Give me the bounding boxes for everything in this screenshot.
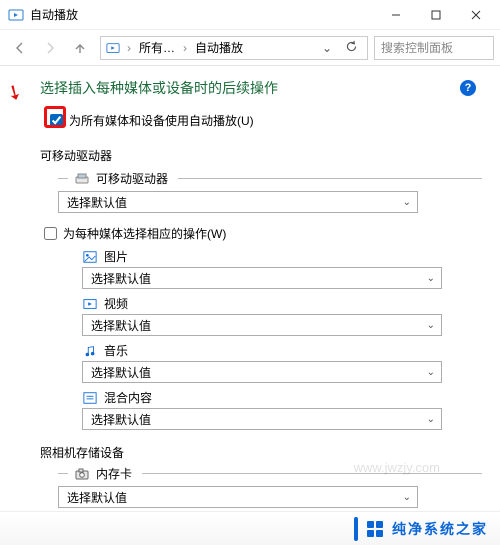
media-item-videos: 视频 [82,295,482,312]
chevron-down-icon: ⌄ [427,367,435,378]
chevron-down-icon: ⌄ [403,197,411,208]
chevron-down-icon: ⌄ [427,414,435,425]
autoplay-icon [8,7,24,23]
navigation-bar: › 所有… › 自动播放 ⌄ 搜索控制面板 [0,30,500,66]
select-value: 选择默认值 [91,270,151,287]
media-label: 视频 [104,295,128,312]
media-item-pictures: 图片 [82,248,482,265]
breadcrumb-root[interactable]: 所有… [137,39,177,56]
watermark-url: www.jwzjy.com [354,460,440,475]
annotation-arrow-icon: ➘ [1,77,28,107]
chevron-down-icon: ⌄ [427,320,435,331]
address-dropdown-button[interactable]: ⌄ [319,41,335,55]
select-value: 选择默认值 [67,489,127,506]
watermark-accent [354,517,358,541]
watermark-text: 纯净系统之家 [392,519,488,539]
videos-select[interactable]: 选择默认值 ⌄ [82,314,442,336]
window-title: 自动播放 [30,6,376,23]
video-icon [82,296,98,312]
camera-icon [74,466,90,482]
chevron-down-icon: ⌄ [403,492,411,503]
music-select[interactable]: 选择默认值 ⌄ [82,361,442,383]
section-title-camera: 照相机存储设备 [40,444,482,461]
memory-card-select[interactable]: 选择默认值 ⌄ [58,486,418,508]
chevron-right-icon: › [125,41,133,55]
select-value: 选择默认值 [91,317,151,334]
windows-logo-icon [366,520,384,538]
window-close-button[interactable] [456,1,496,29]
nav-forward-button[interactable] [36,34,64,62]
use-autoplay-all-label: 为所有媒体和设备使用自动播放(U) [69,112,254,129]
search-input[interactable]: 搜索控制面板 [374,36,494,60]
group-removable-label: 可移动驱动器 [96,170,168,187]
group-memory-card-label: 内存卡 [96,465,132,482]
pictures-select[interactable]: 选择默认值 ⌄ [82,267,442,289]
media-label: 图片 [104,248,128,265]
per-media-checkbox[interactable] [44,227,57,240]
drive-icon [74,171,90,187]
media-item-mixed: 混合内容 [82,389,482,406]
refresh-button[interactable] [339,40,363,56]
page-heading: 选择插入每种媒体或设备时的后续操作 [40,78,460,98]
media-item-music: 音乐 [82,342,482,359]
window-titlebar: 自动播放 [0,0,500,30]
window-maximize-button[interactable] [416,1,456,29]
music-icon [82,343,98,359]
select-value: 选择默认值 [67,194,127,211]
image-icon [82,249,98,265]
search-placeholder: 搜索控制面板 [381,39,453,56]
media-label: 混合内容 [104,389,152,406]
content-area: ➘ 选择插入每种媒体或设备时的后续操作 ? 为所有媒体和设备使用自动播放(U) … [0,66,500,511]
mixed-icon [82,390,98,406]
nav-back-button[interactable] [6,34,34,62]
group-removable-drive: 可移动驱动器 [58,170,482,187]
watermark-bar: 纯净系统之家 [0,511,500,545]
window-minimize-button[interactable] [376,1,416,29]
nav-up-button[interactable] [66,34,94,62]
help-icon[interactable]: ? [460,80,476,96]
use-autoplay-all-checkbox[interactable] [50,114,63,127]
section-title-removable: 可移动驱动器 [40,147,482,164]
per-media-label: 为每种媒体选择相应的操作(W) [63,225,226,242]
removable-drive-select[interactable]: 选择默认值 ⌄ [58,191,418,213]
chevron-down-icon: ⌄ [427,273,435,284]
media-label: 音乐 [104,342,128,359]
autoplay-icon [105,40,121,56]
breadcrumb-leaf[interactable]: 自动播放 [193,39,245,56]
chevron-right-icon: › [181,41,189,55]
select-value: 选择默认值 [91,411,151,428]
address-bar[interactable]: › 所有… › 自动播放 ⌄ [100,36,368,60]
select-value: 选择默认值 [91,364,151,381]
mixed-select[interactable]: 选择默认值 ⌄ [82,408,442,430]
